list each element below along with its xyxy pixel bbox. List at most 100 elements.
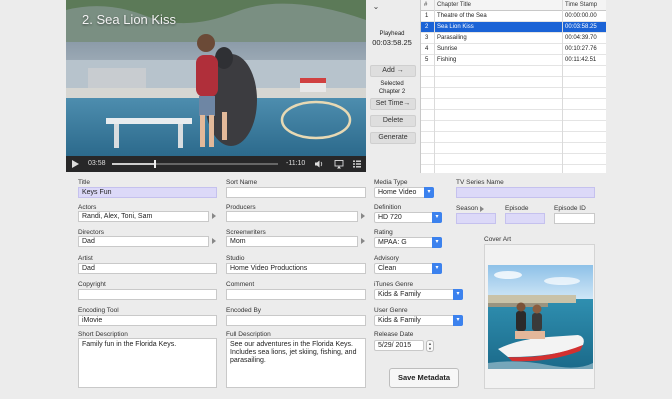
user-genre-label: User Genre — [374, 307, 408, 314]
col-number-header[interactable]: # — [424, 2, 427, 8]
generate-chapters-button[interactable]: Generate — [370, 132, 416, 144]
encoded-by-field[interactable] — [226, 315, 366, 326]
studio-field[interactable]: Home Video Productions — [226, 263, 366, 274]
actors-field[interactable]: Randi, Alex, Toni, Sam — [78, 211, 209, 222]
chapter-number: 1 — [425, 13, 429, 19]
encoding-tool-field[interactable]: iMovie — [78, 315, 217, 326]
chevron-down-icon: ▾ — [453, 289, 463, 300]
short-description-field[interactable]: Family fun in the Florida Keys. — [78, 338, 217, 388]
copyright-label: Copyright — [78, 281, 106, 288]
elapsed-time: 03:58 — [88, 160, 106, 167]
selected-chapter-label: Selected Chapter 2 — [366, 80, 418, 96]
rating-select[interactable]: MPAA: G ▾ — [374, 237, 442, 248]
advisory-value: Clean — [378, 265, 397, 272]
row-divider — [421, 65, 606, 66]
expand-arrow-icon[interactable] — [212, 238, 216, 244]
add-chapter-button[interactable]: Add → — [370, 65, 416, 77]
airplay-icon[interactable] — [334, 159, 344, 169]
release-date-stepper[interactable]: ▲ ▼ — [426, 340, 434, 352]
itunes-genre-select[interactable]: Kids & Family ▾ — [374, 289, 463, 300]
media-type-label: Media Type — [374, 179, 408, 186]
producers-field[interactable] — [226, 211, 358, 222]
chapter-table[interactable]: # Chapter Title Time Stamp 1 Theatre of t… — [420, 0, 606, 173]
episode-label: Episode — [505, 205, 529, 212]
sort-name-label: Sort Name — [226, 179, 258, 186]
row-divider — [421, 164, 606, 165]
scrub-handle[interactable] — [154, 160, 157, 168]
user-genre-select[interactable]: Kids & Family ▾ — [374, 315, 463, 326]
selected-chapter-name: Chapter 2 — [378, 89, 406, 95]
chevron-down-icon: ▾ — [453, 315, 463, 326]
play-icon[interactable] — [72, 160, 79, 168]
actors-label: Actors — [78, 204, 97, 211]
scrub-bar[interactable] — [112, 160, 278, 168]
full-description-field[interactable]: See our adventures in the Florida Keys. … — [226, 338, 366, 388]
chapter-timestamp: 00:10:27.76 — [565, 46, 597, 52]
expand-arrow-icon[interactable] — [212, 213, 216, 219]
row-divider — [421, 87, 606, 88]
episode-id-label: Episode ID — [554, 205, 586, 212]
season-field[interactable] — [456, 213, 496, 224]
release-date-label: Release Date — [374, 331, 414, 338]
dropdown-chevron-icon[interactable]: ⌄ — [370, 2, 382, 12]
season-label: Season — [456, 205, 479, 212]
col-timestamp-header[interactable]: Time Stamp — [565, 2, 597, 8]
chevron-down-icon: ▾ — [424, 187, 434, 198]
chapter-timestamp: 00:03:58.25 — [565, 24, 597, 30]
row-divider — [421, 131, 606, 132]
expand-arrow-icon[interactable] — [361, 213, 365, 219]
tv-series-name-label: TV Series Name — [456, 179, 504, 186]
chapter-number: 3 — [425, 35, 429, 41]
row-divider — [421, 54, 606, 55]
encoding-tool-label: Encoding Tool — [78, 307, 119, 314]
col-title-header[interactable]: Chapter Title — [437, 2, 471, 8]
rating-value: MPAA: G — [378, 239, 407, 246]
media-type-select[interactable]: Home Video ▾ — [374, 187, 434, 198]
row-divider — [421, 153, 606, 154]
set-time-button[interactable]: Set Time→ — [370, 98, 416, 110]
copyright-field[interactable] — [78, 289, 217, 300]
chapter-title: Theatre of the Sea — [437, 13, 487, 19]
directors-label: Directors — [78, 229, 105, 236]
chapter-number: 4 — [425, 46, 429, 52]
video-player[interactable]: 2. Sea Lion Kiss 03:58 -11:10 — [66, 0, 366, 172]
delete-chapter-button[interactable]: Delete — [370, 115, 416, 127]
volume-icon[interactable] — [314, 159, 324, 169]
cover-art-label: Cover Art — [484, 236, 512, 243]
title-field[interactable]: Keys Fun — [78, 187, 217, 198]
sort-name-field[interactable] — [226, 187, 366, 198]
row-divider — [421, 32, 606, 33]
comment-label: Comment — [226, 281, 255, 288]
itunes-genre-label: iTunes Genre — [374, 281, 414, 288]
chapter-overlay-title: 2. Sea Lion Kiss — [82, 12, 176, 27]
chapter-title: Fishing — [437, 57, 457, 63]
row-divider — [421, 76, 606, 77]
expand-arrow-icon[interactable] — [361, 238, 365, 244]
expand-arrow-icon[interactable] — [480, 206, 484, 212]
studio-label: Studio — [226, 255, 245, 262]
release-date-field[interactable]: 5/29/ 2015 — [374, 340, 424, 351]
title-label: Title — [78, 179, 91, 186]
directors-field[interactable]: Dad — [78, 236, 209, 247]
short-description-label: Short Description — [78, 331, 128, 338]
definition-label: Definition — [374, 204, 402, 211]
remaining-time: -11:10 — [286, 160, 306, 167]
cover-art-well[interactable] — [484, 244, 595, 389]
row-divider — [421, 120, 606, 121]
definition-select[interactable]: HD 720 ▾ — [374, 212, 442, 223]
episode-id-field[interactable] — [554, 213, 595, 224]
rating-label: Rating — [374, 229, 393, 236]
episode-field[interactable] — [505, 213, 545, 224]
artist-field[interactable]: Dad — [78, 263, 217, 274]
tv-series-name-field[interactable] — [456, 187, 595, 198]
row-divider — [421, 142, 606, 143]
playhead-time: 00:03:58.25 — [372, 38, 412, 47]
comment-field[interactable] — [226, 289, 366, 300]
screenwriters-field[interactable]: Mom — [226, 236, 358, 247]
chapter-number: 5 — [425, 57, 429, 63]
chapters-icon[interactable] — [352, 159, 362, 169]
advisory-select[interactable]: Clean ▾ — [374, 263, 442, 274]
save-metadata-button[interactable]: Save Metadata — [389, 368, 459, 388]
playback-controls: 03:58 -11:10 — [66, 156, 366, 172]
chapter-title: Sunrise — [437, 46, 458, 52]
